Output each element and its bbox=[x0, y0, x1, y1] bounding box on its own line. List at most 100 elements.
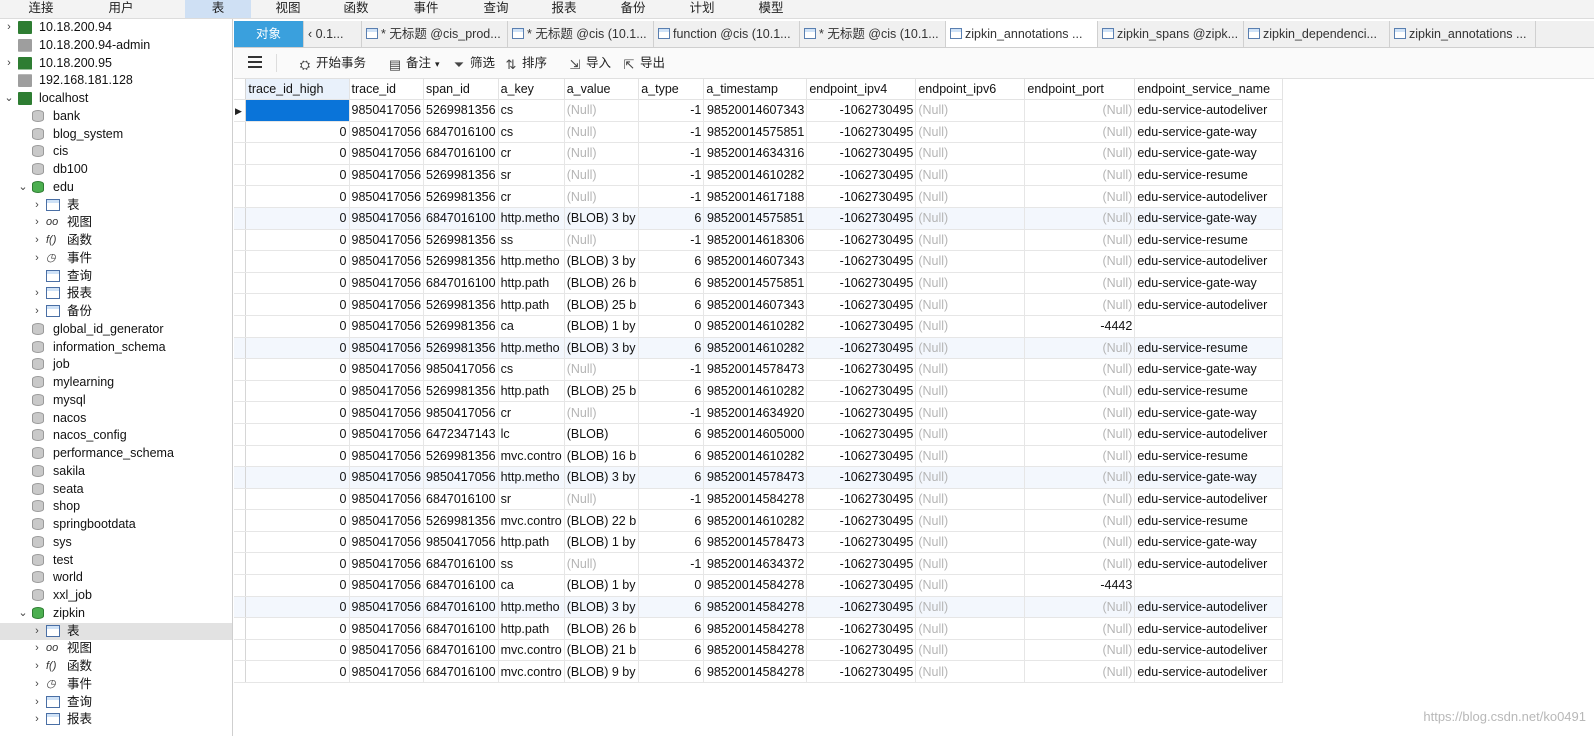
tree-item[interactable]: mylearning bbox=[0, 374, 232, 392]
sort-button[interactable]: ⇅ 排序 bbox=[504, 53, 547, 73]
tree-item[interactable]: › 查询 bbox=[0, 694, 232, 712]
table-cell[interactable]: 9850417056 bbox=[349, 401, 425, 424]
tree-item[interactable]: nacos bbox=[0, 410, 232, 428]
table-cell[interactable]: (Null) bbox=[915, 293, 1026, 316]
table-cell[interactable]: -1062730495 bbox=[806, 466, 917, 489]
table-cell[interactable]: 0 bbox=[245, 488, 350, 511]
table-cell[interactable]: 9850417056 bbox=[349, 121, 425, 144]
table-cell[interactable]: cr bbox=[498, 142, 565, 165]
row-header[interactable] bbox=[234, 337, 247, 360]
table-row[interactable]: 0 9850417056 5269981356 cr (Null) -1 985200146… bbox=[234, 185, 1283, 208]
table-cell[interactable]: ca bbox=[498, 574, 565, 597]
tree-item[interactable]: 查询 bbox=[0, 268, 232, 286]
table-cell[interactable]: (Null) bbox=[1024, 617, 1136, 640]
chevron-right-icon[interactable]: › bbox=[32, 711, 42, 728]
chevron-right-icon[interactable]: › bbox=[32, 303, 42, 320]
table-cell[interactable]: (BLOB) 9 by bbox=[564, 660, 640, 684]
chevron-right-icon[interactable]: › bbox=[32, 285, 42, 302]
table-cell[interactable]: 0 bbox=[245, 445, 350, 468]
table-cell[interactable]: (BLOB) 21 b bbox=[564, 639, 640, 662]
row-header[interactable] bbox=[234, 574, 247, 597]
table-cell[interactable]: -1 bbox=[638, 99, 705, 122]
table-cell[interactable]: edu-service-gate-way bbox=[1134, 358, 1283, 381]
table-cell[interactable]: 9850417056 bbox=[423, 466, 499, 489]
row-header[interactable] bbox=[234, 229, 247, 252]
table-cell[interactable]: -1062730495 bbox=[806, 639, 917, 662]
table-cell[interactable]: -1 bbox=[638, 552, 705, 576]
table-row[interactable]: 0 9850417056 6847016100 ca (BLOB) 1 by 0 98520… bbox=[234, 574, 1283, 597]
table-row[interactable]: 0 9850417056 6472347143 lc (BLOB) 6 9852001460… bbox=[234, 423, 1283, 446]
tree-item[interactable]: sakila bbox=[0, 463, 232, 481]
table-cell[interactable]: (Null) bbox=[1024, 423, 1136, 446]
table-cell[interactable]: sr bbox=[498, 164, 565, 187]
table-cell[interactable]: -1062730495 bbox=[806, 229, 917, 252]
table-cell[interactable]: (BLOB) 3 by bbox=[564, 337, 640, 360]
chevron-right-icon[interactable]: › bbox=[32, 197, 42, 214]
menu-item[interactable]: 函数 bbox=[340, 0, 372, 18]
table-cell[interactable]: cr bbox=[498, 401, 565, 424]
table-cell[interactable]: http.metho bbox=[498, 337, 565, 360]
tree-item[interactable]: job bbox=[0, 356, 232, 374]
tab[interactable]: function @cis (10.1... bbox=[654, 21, 800, 47]
tree-item[interactable]: ⌄ zipkin bbox=[0, 605, 232, 623]
table-cell[interactable]: -1062730495 bbox=[806, 488, 917, 511]
row-header[interactable] bbox=[234, 164, 247, 187]
table-cell[interactable]: 5269981356 bbox=[423, 99, 499, 122]
menu-item[interactable]: 查询 bbox=[480, 0, 512, 18]
table-cell[interactable]: (BLOB) 25 b bbox=[564, 293, 640, 316]
menu-item[interactable]: 连接 bbox=[22, 0, 60, 18]
table-cell[interactable]: 0 bbox=[638, 315, 705, 338]
table-cell[interactable]: (Null) bbox=[915, 596, 1026, 619]
table-cell[interactable]: -1062730495 bbox=[806, 337, 917, 360]
chevron-down-icon[interactable]: ⌄ bbox=[4, 90, 14, 107]
table-cell[interactable]: -1 bbox=[638, 488, 705, 511]
table-cell[interactable]: (Null) bbox=[915, 229, 1026, 252]
table-cell[interactable]: (Null) bbox=[1024, 164, 1136, 187]
table-cell[interactable]: http.path bbox=[498, 617, 565, 640]
table-row[interactable]: 0 9850417056 5269981356 ss (Null) -1 985200146… bbox=[234, 229, 1283, 252]
tree-item[interactable]: xxl_job bbox=[0, 587, 232, 605]
table-cell[interactable]: 0 bbox=[245, 401, 350, 424]
row-header[interactable] bbox=[234, 660, 247, 684]
table-cell[interactable]: http.metho bbox=[498, 207, 565, 230]
table-cell[interactable]: 9850417056 bbox=[349, 272, 425, 295]
table-cell[interactable]: 6847016100 bbox=[423, 121, 499, 144]
table-cell[interactable]: (Null) bbox=[564, 552, 640, 576]
table-cell[interactable]: (Null) bbox=[915, 574, 1026, 597]
table-cell[interactable]: 0 bbox=[245, 142, 350, 165]
table-cell[interactable]: 9850417056 bbox=[349, 142, 425, 165]
table-cell[interactable]: (Null) bbox=[915, 423, 1026, 446]
table-cell[interactable]: 6847016100 bbox=[423, 272, 499, 295]
table-cell[interactable]: 98520014617188 bbox=[703, 185, 808, 208]
row-header[interactable] bbox=[234, 315, 247, 338]
table-cell[interactable]: 9850417056 bbox=[349, 488, 425, 511]
table-cell[interactable]: -1062730495 bbox=[806, 401, 917, 424]
chevron-right-icon[interactable]: › bbox=[32, 676, 42, 693]
table-cell[interactable]: -1062730495 bbox=[806, 531, 917, 554]
table-cell[interactable]: -1062730495 bbox=[806, 272, 917, 295]
table-cell[interactable]: 6 bbox=[638, 445, 705, 468]
table-cell[interactable]: 0 bbox=[245, 272, 350, 295]
table-cell[interactable]: 9850417056 bbox=[349, 380, 425, 403]
tab[interactable]: ‹ 0.1... bbox=[304, 21, 362, 47]
table-cell[interactable]: 0 bbox=[245, 293, 350, 316]
chevron-right-icon[interactable]: › bbox=[32, 694, 42, 711]
table-cell[interactable]: (Null) bbox=[915, 185, 1026, 208]
row-header[interactable] bbox=[234, 380, 247, 403]
row-header[interactable] bbox=[234, 358, 247, 381]
table-cell[interactable]: (Null) bbox=[1024, 401, 1136, 424]
table-cell[interactable]: 9850417056 bbox=[349, 596, 425, 619]
row-header[interactable] bbox=[234, 488, 247, 511]
chevron-right-icon[interactable]: › bbox=[4, 55, 14, 72]
table-cell[interactable]: edu-service-autodeliver bbox=[1134, 185, 1283, 208]
note-button[interactable]: ▤ 备注 ▾ bbox=[388, 53, 440, 73]
table-cell[interactable]: (Null) bbox=[1024, 380, 1136, 403]
table-cell[interactable]: 98520014634316 bbox=[703, 142, 808, 165]
table-cell[interactable]: (Null) bbox=[1024, 293, 1136, 316]
table-cell[interactable]: (Null) bbox=[915, 250, 1026, 273]
table-cell[interactable]: 9850417056 bbox=[349, 250, 425, 273]
table-cell[interactable]: 98520014618306 bbox=[703, 229, 808, 252]
table-cell[interactable]: 98520014575851 bbox=[703, 207, 808, 230]
table-cell[interactable]: 6 bbox=[638, 466, 705, 489]
table-cell[interactable]: http.metho bbox=[498, 250, 565, 273]
